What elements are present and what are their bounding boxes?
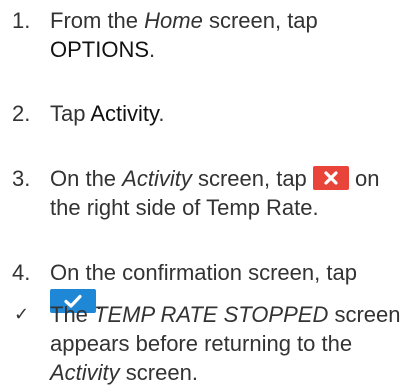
step-text-middle: screen, tap: [202, 8, 318, 33]
activity-action-label: Activity: [90, 101, 159, 126]
step-number: 1.: [12, 8, 31, 33]
screen-name-activity: Activity: [50, 360, 120, 385]
step-text: On the Activity screen, tap on the right…: [50, 164, 405, 222]
step-number: 2.: [12, 101, 31, 126]
step-text-suffix: .: [158, 101, 165, 126]
result-text-prefix: The: [50, 302, 95, 327]
step-number: 4.: [12, 260, 31, 285]
stop-x-icon: [312, 166, 349, 190]
result-text: The TEMP RATE STOPPED screen appears bef…: [50, 300, 405, 387]
step-text-prefix: Tap: [50, 101, 91, 126]
options-action-label: OPTIONS: [50, 37, 150, 62]
step-text-suffix: .: [149, 37, 156, 62]
screen-name-home: Home: [144, 8, 203, 33]
step-text-middle: screen, tap: [191, 166, 313, 191]
screen-name-temp-rate-stopped: TEMP RATE STOPPED: [94, 302, 329, 327]
step-text-prefix: From the: [50, 8, 145, 33]
step-text: From the Home screen, tap OPTIONS.: [50, 6, 405, 64]
step-text-prefix: On the: [50, 166, 123, 191]
step-number: 3.: [12, 166, 31, 191]
result-text-suffix: screen.: [119, 360, 198, 385]
step-text: Tap Activity.: [50, 99, 405, 128]
instruction-list: 1. From the Home screen, tap OPTIONS. 2.…: [0, 0, 410, 392]
screen-name-activity: Activity: [122, 166, 192, 191]
step-text-prefix: On the confirmation screen, tap: [50, 260, 357, 285]
checkmark-icon: ✓: [14, 304, 30, 325]
